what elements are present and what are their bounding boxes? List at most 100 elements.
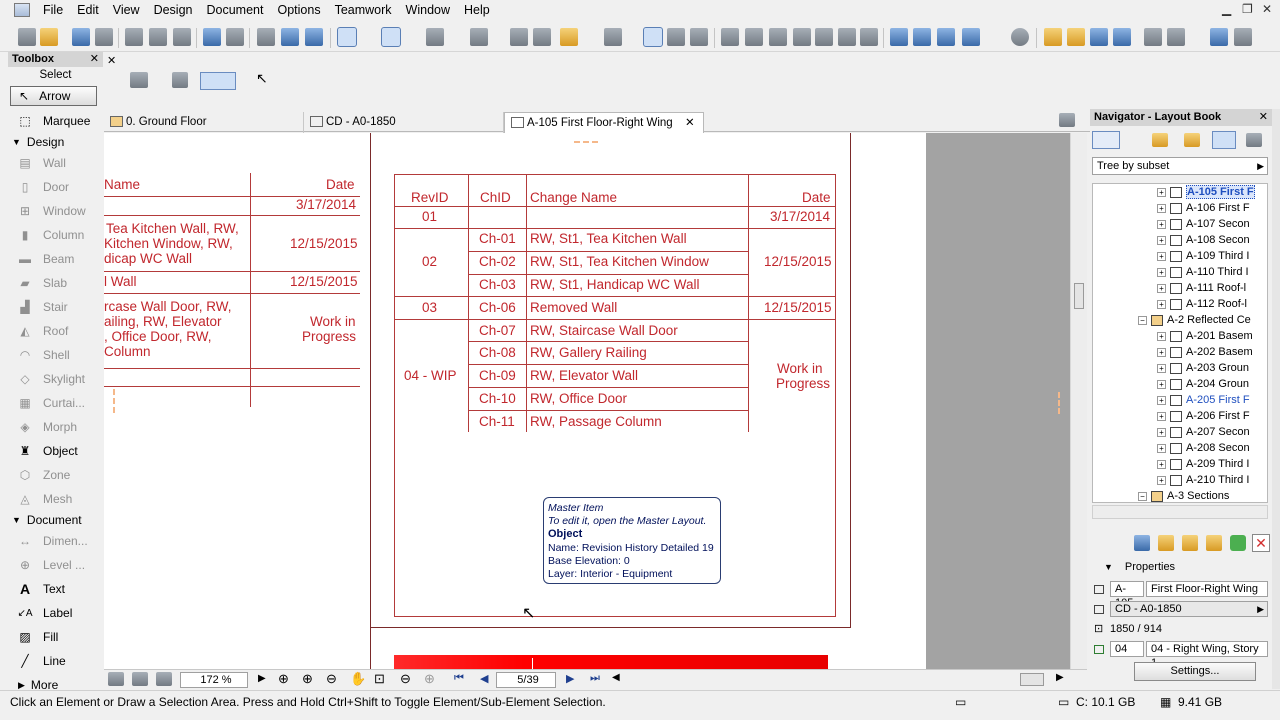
menu-document[interactable]: Document xyxy=(200,3,271,17)
tool-mesh[interactable]: ◬ Mesh xyxy=(8,487,103,511)
tree-h-scrollbar[interactable] xyxy=(1092,505,1268,519)
tree-item[interactable]: + A-109 Third I xyxy=(1157,248,1249,264)
rebuild-icon[interactable] xyxy=(156,672,172,686)
tree-item[interactable]: + A-208 Secon xyxy=(1157,440,1250,456)
pointer-icon[interactable]: ↖ xyxy=(256,70,268,87)
tree-item[interactable]: + A-105 First F xyxy=(1157,184,1255,200)
layout-name-field[interactable]: First Floor-Right Wing xyxy=(1146,581,1268,597)
tree-item[interactable]: + A-210 Third I xyxy=(1157,472,1249,488)
rotate-icon[interactable] xyxy=(533,28,551,46)
tool-shell[interactable]: ◠ Shell xyxy=(8,343,103,367)
tool-skylight[interactable]: ◇ Skylight xyxy=(8,367,103,391)
new-file-icon[interactable] xyxy=(18,28,36,46)
new-master-icon[interactable] xyxy=(1158,535,1174,551)
story-name-field[interactable]: 04 - Right Wing, Story 1 xyxy=(1146,641,1268,669)
menu-edit[interactable]: Edit xyxy=(70,3,106,17)
prev-page-icon[interactable]: ◀ xyxy=(480,672,488,685)
menu-file[interactable]: File xyxy=(36,3,70,17)
tool-label[interactable]: ↙A Label xyxy=(8,601,103,625)
delete-icon[interactable]: ✕ xyxy=(1252,534,1270,552)
tree-item[interactable]: + A-206 First F xyxy=(1157,408,1250,424)
tree-item[interactable]: + A-112 Roof-l xyxy=(1157,296,1247,312)
publish-icon[interactable] xyxy=(1144,28,1162,46)
tree-mode-dropdown[interactable]: Tree by subset ▶ xyxy=(1092,157,1268,175)
tree-item[interactable]: + A-203 Groun xyxy=(1157,360,1249,376)
offset-icon[interactable] xyxy=(838,28,856,46)
update-icon[interactable] xyxy=(1230,535,1246,551)
tool-beam[interactable]: ▬ Beam xyxy=(8,247,103,271)
tool-text[interactable]: A Text xyxy=(8,577,103,601)
open-file-icon[interactable] xyxy=(40,28,58,46)
scroll-left-icon[interactable]: ◀ xyxy=(612,672,620,683)
menu-teamwork[interactable]: Teamwork xyxy=(328,3,399,17)
receive-icon[interactable] xyxy=(1113,28,1131,46)
inject-icon[interactable] xyxy=(305,28,323,46)
tree-item[interactable]: + A-209 Third I xyxy=(1157,456,1249,472)
printer-icon[interactable]: ▭ xyxy=(955,695,966,709)
tool-wall[interactable]: ▤ Wall xyxy=(8,151,103,175)
tree-subset[interactable]: − A-2 Reflected Ce xyxy=(1138,312,1251,328)
eraser-select-button[interactable] xyxy=(200,72,236,90)
layout-id-field[interactable]: A-105 xyxy=(1110,581,1144,609)
menu-window[interactable]: Window xyxy=(399,3,457,17)
roof-icon[interactable] xyxy=(860,28,878,46)
tool-stair[interactable]: ▟ Stair xyxy=(8,295,103,319)
tree-item[interactable]: + A-202 Basem xyxy=(1157,344,1253,360)
navigator-mode-button[interactable] xyxy=(1092,131,1120,149)
story-id-field[interactable]: 04 xyxy=(1110,641,1144,657)
tool-zone[interactable]: ⬡ Zone xyxy=(8,463,103,487)
new-folder-icon[interactable] xyxy=(1206,535,1222,551)
right-edge-scrollbar[interactable] xyxy=(1272,109,1280,689)
tree-item[interactable]: + A-207 Secon xyxy=(1157,424,1250,440)
tool-window[interactable]: ⊞ Window xyxy=(8,199,103,223)
new-layout-icon[interactable] xyxy=(1134,535,1150,551)
new-subset-icon[interactable] xyxy=(1182,535,1198,551)
view-options-icon[interactable] xyxy=(1059,113,1075,127)
tool-dimension[interactable]: ↔ Dimen... xyxy=(8,529,103,553)
layout-icon[interactable] xyxy=(643,27,663,47)
zoom-page-icon[interactable] xyxy=(132,672,148,686)
tool-morph[interactable]: ◈ Morph xyxy=(8,415,103,439)
tree-item[interactable]: + A-110 Third I xyxy=(1157,264,1249,280)
tree-item[interactable]: + A-106 First F xyxy=(1157,200,1250,216)
render-icon[interactable] xyxy=(962,28,980,46)
selection-method-icon[interactable] xyxy=(130,72,148,88)
tool-level[interactable]: ⊕ Level ... xyxy=(8,553,103,577)
guide-lines-icon[interactable] xyxy=(337,27,357,47)
master-dropdown[interactable]: CD - A0-1850 ▶ xyxy=(1110,601,1268,617)
tree-item[interactable]: + A-205 First F xyxy=(1157,392,1250,408)
gravity-icon[interactable] xyxy=(426,28,444,46)
tab-master-layout[interactable]: CD - A0-1850 xyxy=(304,112,504,133)
minimize-icon[interactable]: ▁ xyxy=(1222,2,1231,16)
layout-tree[interactable]: + A-105 First F + A-106 First F + A-107 Sec… xyxy=(1092,183,1268,503)
send-icon[interactable] xyxy=(1090,28,1108,46)
scroll-thumb[interactable] xyxy=(1074,283,1084,309)
info-box-close-icon[interactable]: ✕ xyxy=(107,54,116,67)
layout-thumb-icon[interactable] xyxy=(108,672,124,686)
tree-item[interactable]: + A-107 Secon xyxy=(1157,216,1250,232)
mirror-icon[interactable] xyxy=(721,28,739,46)
tool-door[interactable]: ▯ Door xyxy=(8,175,103,199)
zoom-in-icon[interactable]: ⊕ xyxy=(302,671,313,687)
reserve-icon[interactable] xyxy=(1067,28,1085,46)
menu-design[interactable]: Design xyxy=(147,3,200,17)
first-page-icon[interactable]: ⏮ xyxy=(454,672,464,685)
tree-item[interactable]: + A-108 Secon xyxy=(1157,232,1250,248)
tool-slab[interactable]: ▰ Slab xyxy=(8,271,103,295)
menu-options[interactable]: Options xyxy=(270,3,327,17)
toolbox-close-icon[interactable]: ✕ xyxy=(90,52,99,67)
teamwork-icon[interactable] xyxy=(1044,28,1062,46)
paste-icon[interactable] xyxy=(173,28,191,46)
tool-curtain-wall[interactable]: ▦ Curtai... xyxy=(8,391,103,415)
save-as-icon[interactable] xyxy=(1234,28,1252,46)
tab-ground-floor[interactable]: 0. Ground Floor xyxy=(104,112,304,133)
zoom-out-icon[interactable]: ⊖ xyxy=(326,671,337,687)
project-map-icon[interactable] xyxy=(1152,133,1168,147)
document-section[interactable]: ▼ Document xyxy=(8,511,103,529)
find-icon[interactable] xyxy=(257,28,275,46)
fit-window-icon[interactable]: ⊡ xyxy=(374,671,385,687)
close-x-icon[interactable] xyxy=(690,28,708,46)
next-zoom-icon[interactable]: ⊕ xyxy=(424,671,435,687)
elevation-icon[interactable] xyxy=(937,28,955,46)
tree-item[interactable]: + A-201 Basem xyxy=(1157,328,1253,344)
